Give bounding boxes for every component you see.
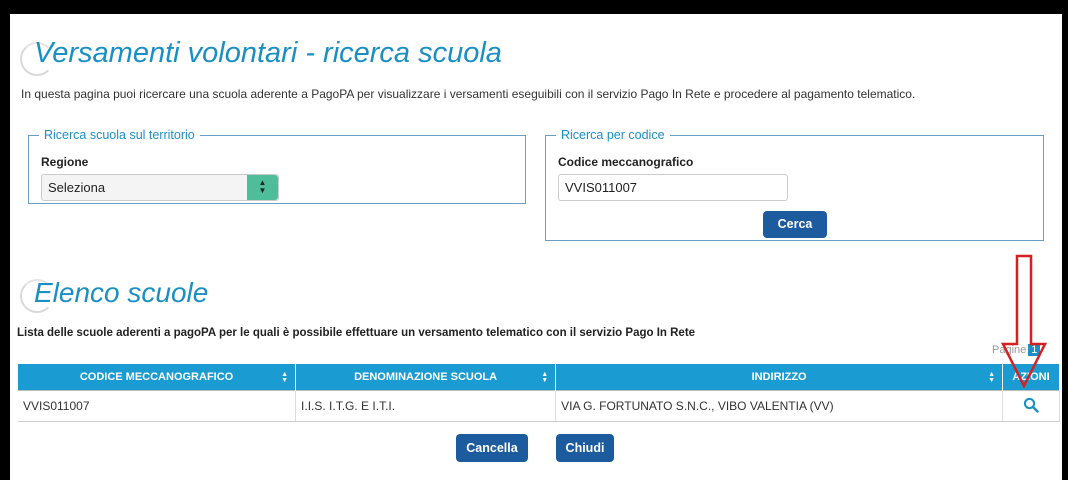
updown-arrows-icon[interactable]: ▲ ▼ bbox=[247, 175, 278, 200]
region-select[interactable]: Seleziona ▲ ▼ bbox=[41, 174, 279, 201]
region-label: Regione bbox=[41, 155, 89, 169]
codice-label: Codice meccanografico bbox=[558, 155, 694, 169]
schools-table: CODICE MECCANOGRAFICO ▲ ▼ DENOMINAZIONE SC… bbox=[18, 364, 1060, 422]
col-codice-header[interactable]: CODICE MECCANOGRAFICO ▲ ▼ bbox=[18, 364, 297, 391]
codice-search-panel: Ricerca per codice Codice meccanografico… bbox=[545, 128, 1044, 241]
cell-indirizzo: VIA G. FORTUNATO S.N.C., VIBO VALENTIA (… bbox=[555, 390, 1004, 422]
elenco-title: Elenco scuole bbox=[34, 277, 209, 308]
codice-input[interactable] bbox=[558, 174, 788, 201]
cell-denominazione: I.I.S. I.T.G. E I.T.I. bbox=[295, 390, 557, 422]
cell-azioni bbox=[1002, 390, 1060, 422]
table-row: VVIS011007 I.I.S. I.T.G. E I.T.I. VIA G.… bbox=[18, 390, 1060, 422]
elenco-description: Lista delle scuole aderenti a pagoPA per… bbox=[17, 327, 696, 339]
cerca-button[interactable]: Cerca bbox=[763, 211, 827, 238]
sort-icon[interactable]: ▲ ▼ bbox=[988, 371, 995, 384]
cell-codice: VVIS011007 bbox=[18, 390, 297, 422]
cancella-button[interactable]: Cancella bbox=[456, 434, 528, 462]
table-header-row: CODICE MECCANOGRAFICO ▲ ▼ DENOMINAZIONE SC… bbox=[18, 364, 1060, 391]
search-icon[interactable] bbox=[1023, 397, 1039, 413]
region-select-value: Seleziona bbox=[48, 180, 106, 195]
sort-icon[interactable]: ▲ ▼ bbox=[541, 371, 548, 384]
page-title: Versamenti volontari - ricerca scuola bbox=[34, 37, 502, 69]
col-indirizzo-header[interactable]: INDIRIZZO ▲ ▼ bbox=[555, 364, 1004, 391]
sort-icon[interactable]: ▲ ▼ bbox=[281, 371, 288, 384]
page-intro: In questa pagina puoi ricercare una scuo… bbox=[21, 87, 916, 101]
territorio-search-panel: Ricerca scuola sul territorio Regione Se… bbox=[28, 128, 526, 204]
red-down-arrow-icon bbox=[1000, 254, 1048, 389]
chiudi-button[interactable]: Chiudi bbox=[556, 434, 614, 462]
codice-legend: Ricerca per codice bbox=[561, 128, 665, 142]
territorio-legend: Ricerca scuola sul territorio bbox=[44, 128, 195, 142]
page: Versamenti volontari - ricerca scuola In… bbox=[10, 14, 1062, 480]
col-denominazione-header[interactable]: DENOMINAZIONE SCUOLA ▲ ▼ bbox=[295, 364, 557, 391]
